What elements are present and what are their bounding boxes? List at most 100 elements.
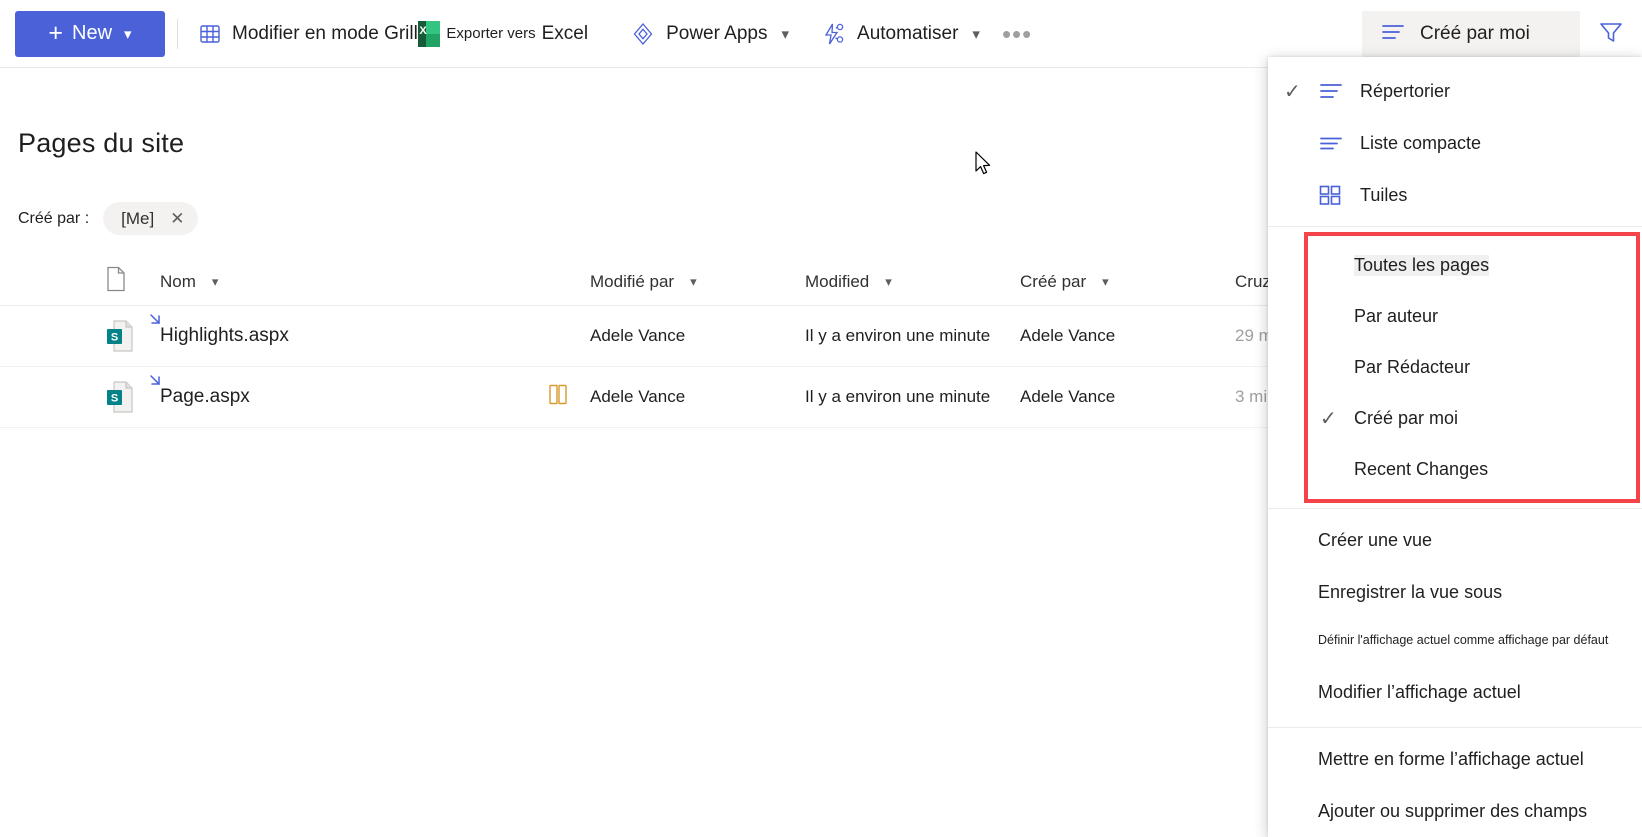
menu-divider (1268, 727, 1642, 728)
column-header-created-by[interactable]: Créé par ▾ (1020, 272, 1235, 292)
row-modified-by: Adele Vance (590, 387, 686, 406)
menu-item-label: Créé par moi (1354, 408, 1459, 428)
menu-item-mettre-en-forme-affichage-actuel[interactable]: Mettre en forme l’affichage actuel (1268, 733, 1642, 785)
menu-divider (1268, 226, 1642, 227)
tiles-icon (1318, 184, 1360, 206)
chevron-down-icon: ▾ (124, 25, 132, 43)
file-type-column-icon (105, 266, 127, 297)
menu-item-cree-par-moi[interactable]: ✓ Créé par moi (1308, 393, 1636, 444)
row-file-name[interactable]: Page.aspx (160, 386, 250, 407)
command-bar-divider (177, 18, 178, 49)
menu-item-label: Par Rédacteur (1354, 357, 1471, 377)
menu-item-repertorier[interactable]: ✓ Répertorier (1268, 65, 1642, 117)
column-header-modified-label: Modified (805, 271, 870, 291)
menu-item-label: Liste compacte (1360, 132, 1482, 153)
filter-button[interactable] (1580, 11, 1642, 57)
edit-in-grid-view-label: Modifier en mode Grille (232, 22, 429, 44)
row-file-name[interactable]: Highlights.aspx (160, 325, 289, 346)
menu-item-liste-compacte[interactable]: Liste compacte (1268, 117, 1642, 169)
row-created-by: Adele Vance (1020, 387, 1116, 406)
new-button[interactable]: + New ▾ (15, 10, 165, 57)
grid-edit-icon (198, 22, 222, 46)
power-apps-button[interactable]: Power Apps ▾ (622, 11, 797, 57)
column-header-filetype[interactable] (0, 266, 160, 297)
menu-item-definir-affichage-par-defaut[interactable]: Définir l'affichage actuel comme afficha… (1268, 618, 1642, 662)
row-modified-by-cell: Adele Vance (590, 326, 805, 346)
list-view-icon (1318, 81, 1360, 101)
svg-text:S: S (111, 393, 118, 405)
chevron-down-icon: ▾ (781, 25, 790, 43)
filter-pill-value: [Me] (121, 208, 155, 228)
power-automate-icon (821, 21, 847, 47)
sharepoint-page-icon: S (105, 380, 135, 414)
svg-text:S: S (111, 332, 118, 344)
menu-item-label: Enregistrer la vue sous (1318, 581, 1503, 602)
list-view-icon (1380, 22, 1406, 47)
menu-item-label: Définir l'affichage actuel comme afficha… (1318, 633, 1609, 647)
column-header-created-by-label: Créé par (1020, 271, 1087, 291)
column-header-extra-label: Cruz (1235, 271, 1271, 291)
row-modified: Il y a environ une minute (805, 387, 991, 406)
view-selector-button[interactable]: Créé par moi (1362, 11, 1580, 57)
more-options-button[interactable]: ••• (988, 21, 1046, 47)
menu-item-label: Modifier l’affichage actuel (1318, 681, 1521, 702)
row-name-cell[interactable]: Highlights.aspx (150, 314, 590, 347)
row-modified-by-cell: Adele Vance (549, 384, 805, 407)
check-icon: ✓ (1320, 408, 1337, 430)
check-icon: ✓ (1284, 80, 1301, 103)
close-icon[interactable]: ✕ (170, 210, 184, 227)
menu-item-enregistrer-la-vue-sous[interactable]: Enregistrer la vue sous (1268, 566, 1642, 618)
automate-label: Automatiser (857, 22, 959, 44)
chevron-down-icon: ▾ (690, 273, 697, 289)
edit-in-grid-view-button[interactable]: Modifier en mode Grille (190, 11, 436, 57)
export-to-excel-button[interactable]: X Exporter vers Excel (410, 11, 596, 57)
row-modified-cell: Il y a environ une minute (805, 387, 1020, 407)
plus-icon: + (48, 19, 64, 47)
row-created-by-cell: Adele Vance (1020, 387, 1235, 407)
column-header-modified-by-label: Modifié par (590, 271, 675, 291)
menu-item-label: Par auteur (1354, 306, 1439, 326)
menu-item-toutes-les-pages[interactable]: Toutes les pages (1308, 240, 1636, 291)
excel-label: Excel (541, 22, 589, 44)
menu-item-label: Répertorier (1360, 80, 1451, 101)
menu-item-label: Toutes les pages (1354, 255, 1490, 276)
menu-item-label: Créer une vue (1318, 529, 1433, 550)
page-title: Pages du site (18, 128, 185, 158)
row-file-icon-cell: S (0, 380, 160, 414)
filter-funnel-icon (1597, 18, 1625, 51)
row-extra: 3 mil (1235, 387, 1271, 406)
row-file-icon-cell: S (0, 319, 160, 353)
row-name-cell[interactable]: Page.aspx (150, 375, 590, 408)
sharepoint-page-icon: S (105, 319, 135, 353)
menu-item-label: Ajouter ou supprimer des champs (1318, 800, 1588, 821)
automate-button[interactable]: Automatiser ▾ (813, 11, 988, 57)
menu-item-par-auteur[interactable]: Par auteur (1308, 291, 1636, 342)
menu-item-label: Mettre en forme l’affichage actuel (1318, 748, 1584, 769)
page-layout-icon (548, 384, 568, 411)
column-header-modified[interactable]: Modified ▾ (805, 272, 1020, 292)
export-to-label: Exporter vers (446, 25, 536, 42)
column-header-name[interactable]: Nom ▾ (160, 272, 590, 292)
menu-item-label: Recent Changes (1354, 459, 1489, 479)
mouse-pointer-icon (975, 151, 992, 177)
menu-item-creer-une-vue[interactable]: Créer une vue (1268, 514, 1642, 566)
menu-item-modifier-affichage-actuel[interactable]: Modifier l’affichage actuel (1268, 662, 1642, 722)
chevron-down-icon: ▾ (211, 273, 219, 289)
view-options-menu: ✓ Répertorier Liste compacte Tuiles Tout… (1268, 57, 1642, 837)
chevron-down-icon: ▾ (972, 25, 980, 43)
menu-divider (1268, 508, 1642, 509)
column-header-modified-by[interactable]: Modifié par ▾ (590, 272, 805, 292)
row-created-by-cell: Adele Vance (1020, 326, 1235, 346)
menu-item-par-redacteur[interactable]: Par Rédacteur (1308, 342, 1636, 393)
filter-pill-me[interactable]: [Me] ✕ (103, 202, 199, 235)
saved-views-group-highlight: Toutes les pages Par auteur Par Rédacteu… (1304, 232, 1640, 503)
menu-item-label: Tuiles (1360, 184, 1408, 205)
menu-item-recent-changes[interactable]: Recent Changes (1308, 444, 1636, 495)
row-modified: Il y a environ une minute (805, 326, 991, 345)
chevron-down-icon: ▾ (1102, 273, 1109, 289)
menu-item-ajouter-ou-supprimer-des-champs[interactable]: Ajouter ou supprimer des champs (1268, 785, 1642, 837)
new-button-label: New (72, 22, 113, 44)
menu-item-tuiles[interactable]: Tuiles (1268, 169, 1642, 221)
row-modified-by: Adele Vance (590, 326, 686, 345)
chevron-down-icon: ▾ (885, 273, 892, 289)
